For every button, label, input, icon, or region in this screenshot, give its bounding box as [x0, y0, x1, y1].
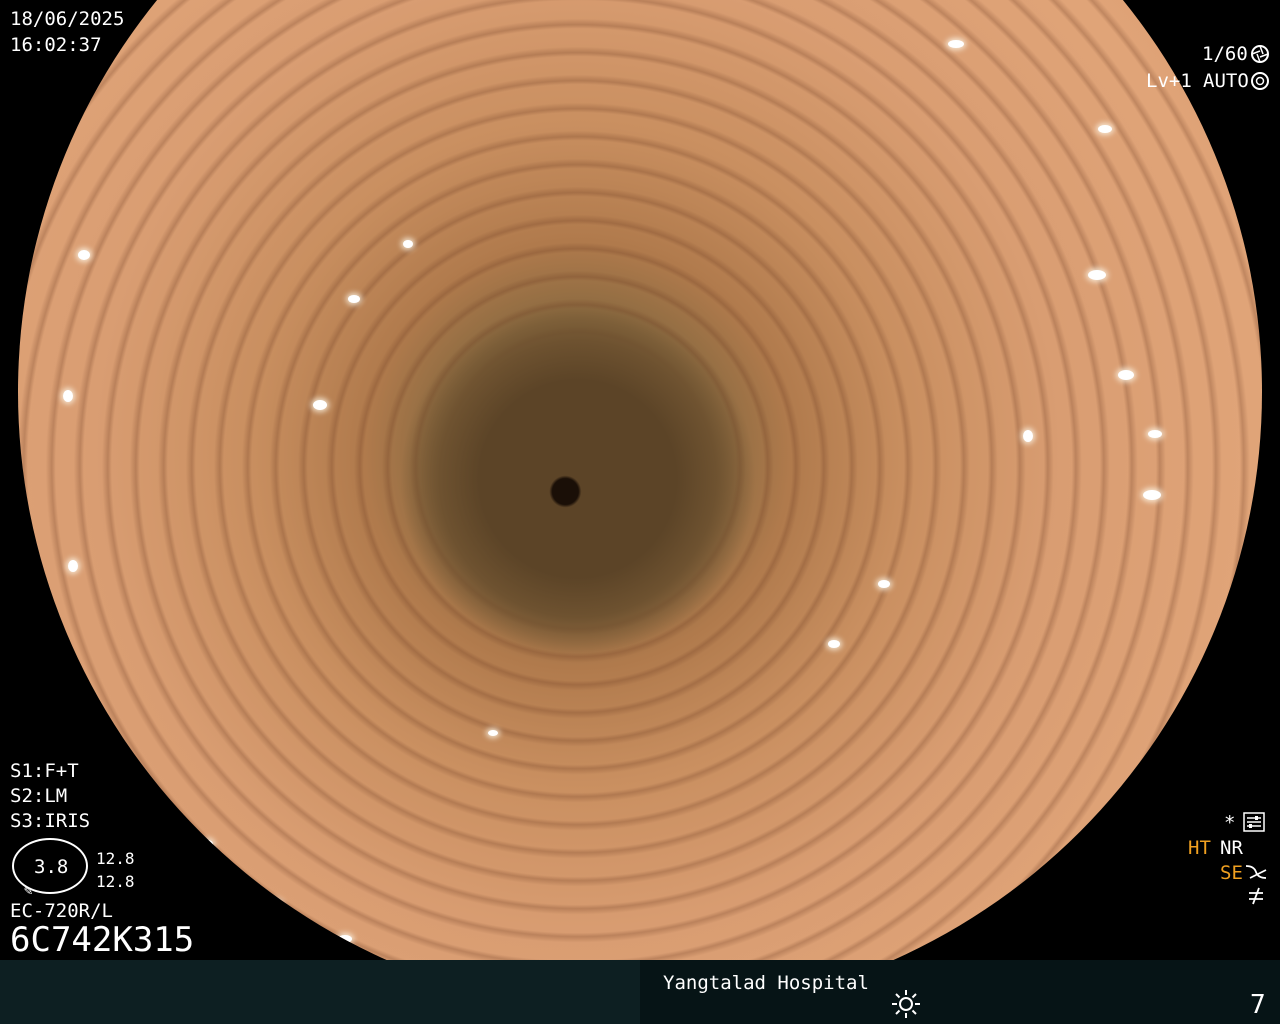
page-number: 7: [1250, 990, 1266, 1020]
se-indicator: SE: [1220, 862, 1243, 884]
reflection: [1148, 430, 1162, 438]
gauge-bottom-value: 12.8: [96, 872, 135, 891]
curve-icon: [1245, 865, 1267, 879]
star-icon: *: [1224, 812, 1236, 834]
reflection: [878, 580, 890, 588]
reflection: [1143, 490, 1161, 500]
shutter-icon: [1251, 45, 1269, 63]
scope-serial: 6C742K315: [10, 920, 195, 960]
reflection: [403, 240, 413, 248]
reflection: [828, 640, 840, 648]
endoscopic-image: [18, 0, 1262, 1014]
reflection: [313, 400, 327, 410]
reflection: [1118, 370, 1134, 380]
reflection: [948, 40, 964, 48]
reflection: [488, 730, 498, 736]
nr-indicator: NR: [1220, 837, 1243, 859]
mode-readout: AUTO: [1203, 70, 1249, 92]
status-bar: [0, 960, 1280, 1024]
scope-model: EC-720R/L: [10, 900, 113, 922]
ht-indicator: HT: [1188, 837, 1211, 859]
hospital-name: Yangtalad Hospital: [663, 972, 869, 994]
shutter-readout: 1/60: [1202, 43, 1248, 65]
time-readout: 16:02:37: [10, 34, 102, 56]
gauge-value: 3.8: [34, 856, 69, 878]
reflection: [63, 390, 73, 402]
setting-s2: S2:LM: [10, 785, 68, 807]
setting-s1: S1:F+T: [10, 760, 79, 782]
slash-icon: [1249, 887, 1263, 905]
reflection: [78, 250, 90, 260]
sun-icon: [892, 990, 920, 1018]
reflection: [338, 935, 352, 943]
setting-s3: S3:IRIS: [10, 810, 91, 832]
reflection: [348, 295, 360, 303]
reflection: [203, 840, 213, 848]
pen-icon: ✎: [24, 883, 33, 899]
gauge-top-value: 12.8: [96, 849, 135, 868]
aperture-icon: [1251, 72, 1269, 90]
reflection: [68, 560, 78, 572]
reflection: [1023, 430, 1033, 442]
level-readout: Lv+1: [1146, 70, 1192, 92]
reflection: [1088, 270, 1106, 280]
reflection: [1098, 125, 1112, 133]
settings-icon: [1243, 812, 1265, 832]
reflection: [268, 900, 282, 908]
date-readout: 18/06/2025: [10, 8, 125, 30]
